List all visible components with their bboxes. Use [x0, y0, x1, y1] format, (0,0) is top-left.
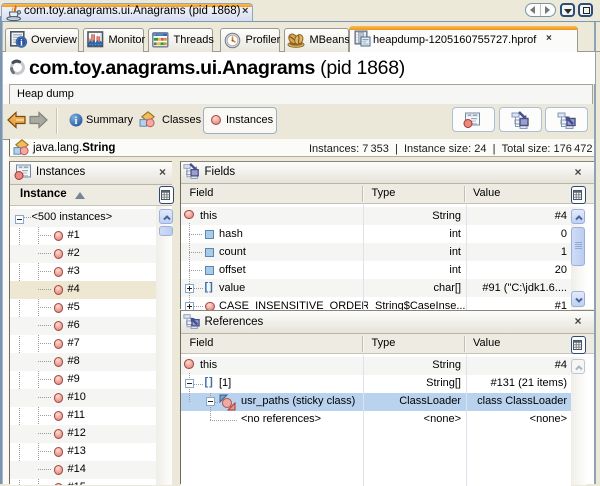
svg-text:i: i [75, 116, 78, 127]
svg-text:i: i [20, 38, 23, 48]
